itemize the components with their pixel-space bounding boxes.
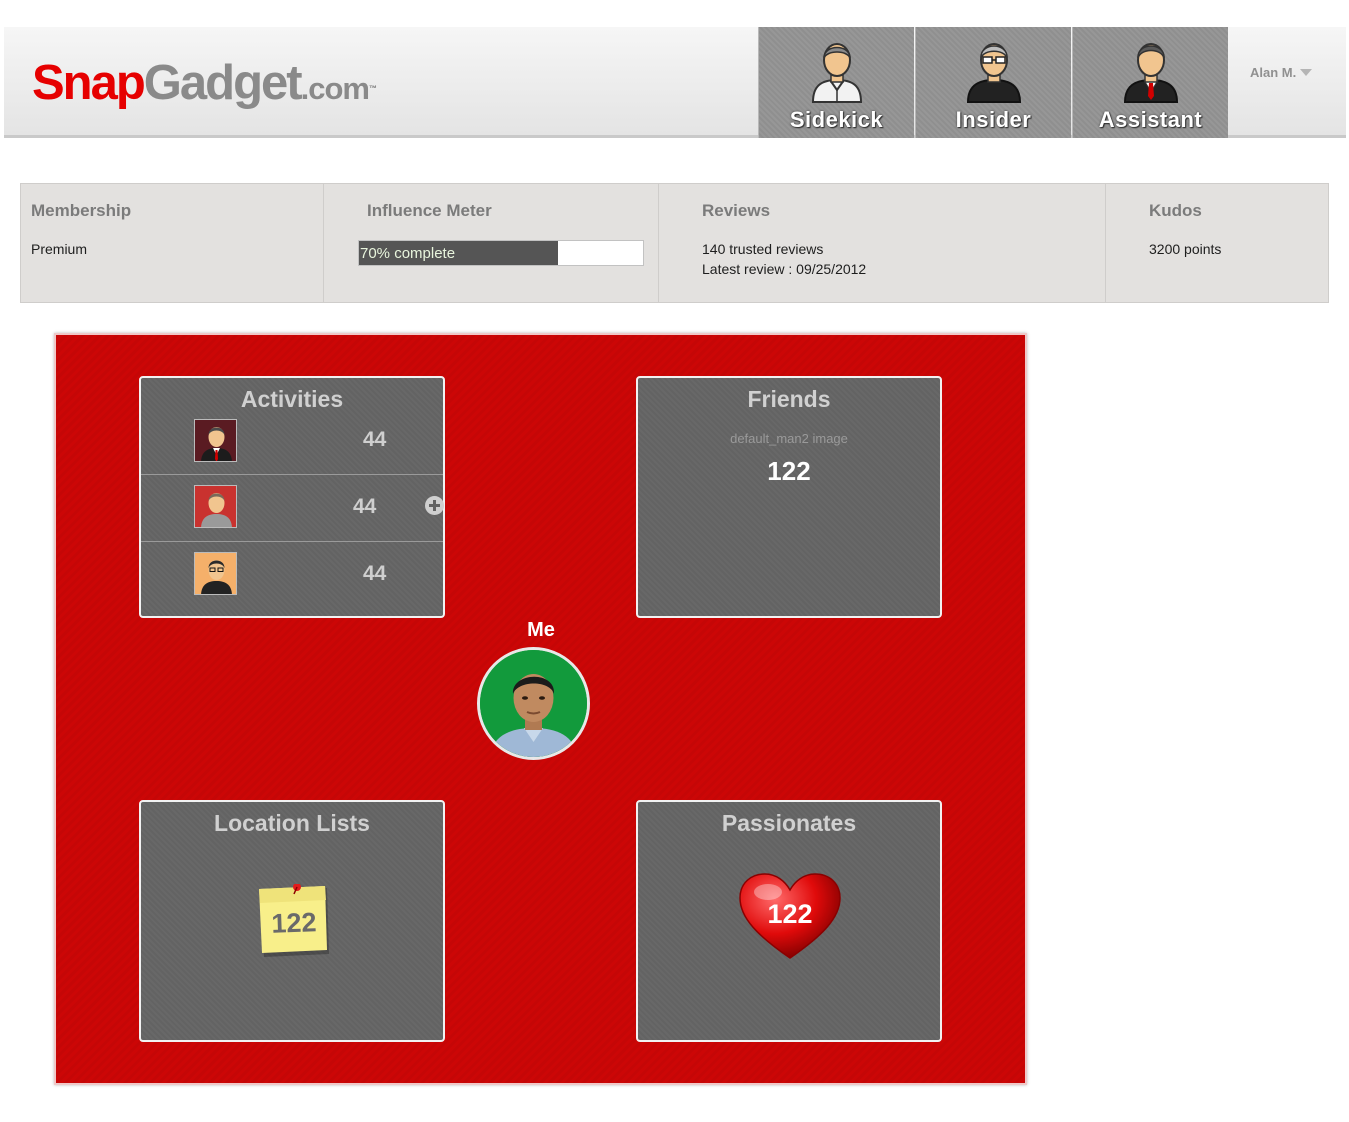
assistant-avatar-icon: [1123, 43, 1178, 103]
logo-gadget-text: Gadget: [143, 56, 303, 110]
activity-count-3: 44: [363, 562, 387, 585]
tab-assistant[interactable]: Assistant: [1072, 27, 1228, 138]
snapgadget-logo[interactable]: SnapGadget.com ™: [32, 53, 377, 119]
me-avatar[interactable]: [477, 647, 590, 760]
plus-circle-icon[interactable]: [425, 496, 444, 515]
sidekick-avatar-icon: [811, 43, 862, 103]
tab-sidekick-label: Sidekick: [789, 107, 884, 132]
tab-assistant-label: Assistant: [1098, 107, 1203, 132]
activity-count-2: 44: [353, 495, 377, 518]
reviews-count: 140 trusted reviews: [702, 241, 824, 257]
casual-man-icon: [194, 485, 237, 528]
passionates-panel[interactable]: Passionates 122: [636, 800, 942, 1042]
kudos-value: 3200 points: [1149, 241, 1222, 257]
user-menu[interactable]: Alan M.: [1250, 65, 1313, 80]
logo-snap-text: Snap: [32, 56, 146, 110]
membership-title: Membership: [31, 201, 132, 220]
user-name: Alan M.: [1250, 65, 1297, 80]
kudos-title: Kudos: [1149, 201, 1202, 220]
tab-insider[interactable]: Insider: [915, 27, 1071, 138]
tab-insider-label: Insider: [955, 107, 1032, 132]
tab-sidekick[interactable]: Sidekick: [758, 27, 914, 138]
friends-title: Friends: [747, 386, 831, 412]
logo-dotcom-text: .com: [300, 71, 370, 106]
reviews-title: Reviews: [702, 201, 771, 220]
membership-value: Premium: [31, 241, 88, 257]
kudos-stat: Kudos 3200 points: [1105, 184, 1329, 302]
profile-board: Activities 44 44 44 Friends default_man2…: [54, 333, 1027, 1085]
activities-panel[interactable]: Activities 44 44 44: [139, 376, 445, 618]
reviews-latest: Latest review : 09/25/2012: [702, 261, 867, 277]
glasses-man-icon: [194, 552, 237, 595]
top-header: SnapGadget.com ™ Sidekick Insider Assist…: [4, 27, 1346, 138]
location-lists-title: Location Lists: [214, 810, 370, 836]
location-lists-count: 122: [270, 907, 318, 939]
passionates-count: 122: [767, 899, 813, 929]
heart-icon: 122: [738, 872, 842, 962]
activity-count-1: 44: [363, 428, 387, 451]
influence-stat: Influence Meter 70% complete: [323, 184, 658, 302]
activities-title: Activities: [240, 386, 344, 412]
insider-avatar-icon: [966, 43, 1021, 103]
businessman-icon: [194, 419, 237, 462]
reviews-stat: Reviews 140 trusted reviews Latest revie…: [658, 184, 1105, 302]
friends-image-placeholder: default_man2 image: [730, 431, 848, 446]
influence-progress-text: 70% complete: [360, 245, 456, 262]
activity-row-2[interactable]: 44: [141, 474, 444, 541]
logo-trademark: ™: [368, 84, 377, 93]
influence-progress-bar: 70% complete: [358, 240, 644, 266]
friends-count: 122: [767, 456, 811, 486]
friends-panel[interactable]: Friends default_man2 image 122: [636, 376, 942, 618]
stats-bar: Membership Premium Influence Meter 70% c…: [20, 183, 1329, 303]
location-lists-panel[interactable]: Location Lists 122: [139, 800, 445, 1042]
membership-stat: Membership Premium: [21, 184, 323, 302]
activity-row-3[interactable]: 44: [141, 541, 443, 608]
me-label: Me: [527, 619, 555, 641]
influence-title: Influence Meter: [367, 201, 492, 220]
sticky-note-icon: 122: [258, 883, 330, 957]
caret-down-icon: [1300, 69, 1313, 76]
passionates-title: Passionates: [721, 810, 857, 836]
